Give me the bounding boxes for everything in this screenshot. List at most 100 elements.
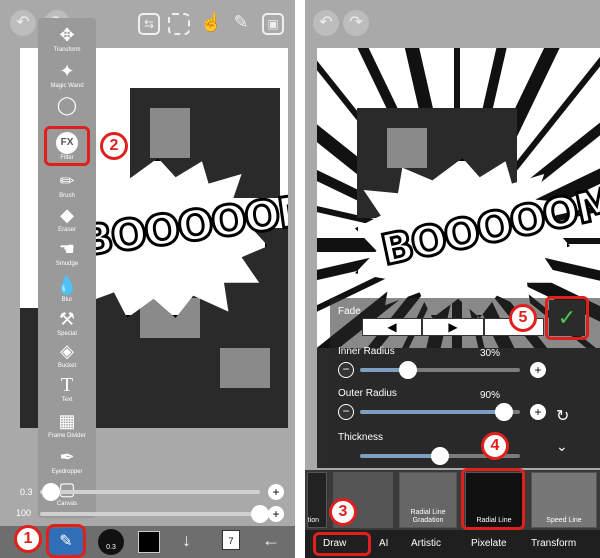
tool-label: Bucket: [57, 363, 77, 369]
left-screenshot: ↶ ↷ ⇆ ☝ ✎ ▣ BOOOOOM!! ✥Transform ✦Magic …: [0, 0, 295, 558]
fade-right-icon: ▶: [448, 320, 458, 334]
down-arrow-icon[interactable]: ↓: [182, 530, 191, 551]
image-icon[interactable]: ▣: [262, 13, 284, 35]
tool-brush[interactable]: ✏ Brush: [38, 170, 96, 208]
move-icon: ✥: [59, 25, 75, 45]
filter-highlight: [44, 126, 90, 166]
fade-left-icon: ◀: [387, 320, 397, 334]
reset-icon[interactable]: ↻: [556, 406, 569, 426]
bottom-toolbar: ✎ 0.3 ↓ 7 ←: [0, 526, 295, 558]
undo-button[interactable]: ↶: [313, 10, 339, 36]
filter-label: Radial Line Gradation: [410, 509, 446, 524]
step-2-badge: 2: [100, 132, 128, 160]
tool-label: Special: [57, 331, 77, 337]
toggle-icon[interactable]: ⇆: [138, 13, 160, 35]
tool-bucket[interactable]: ◈ Bucket: [38, 340, 96, 378]
tool-label: Frame Divider: [48, 433, 86, 439]
text-icon: T: [60, 374, 74, 396]
tool-label: Canvas: [56, 501, 78, 507]
brush-size-slider[interactable]: [40, 490, 260, 494]
tool-frame-divider[interactable]: ▦ Frame Divider: [38, 410, 96, 448]
tool-label: Magic Wand: [50, 83, 84, 89]
inner-radius-slider[interactable]: [360, 368, 520, 372]
brush-size-indicator-value: 0.3: [106, 544, 116, 551]
inner-plus-button[interactable]: +: [530, 362, 546, 378]
color-swatch[interactable]: [138, 531, 160, 553]
opacity-knob[interactable]: [251, 505, 269, 523]
category-artistic[interactable]: Artistic: [411, 538, 441, 549]
inner-radius-knob[interactable]: [399, 361, 417, 379]
tool-label: Smudge: [55, 261, 79, 267]
fade-right-button[interactable]: ▶: [422, 318, 484, 336]
tool-label: Blur: [61, 297, 73, 303]
filter-radial-line-gradation[interactable]: Radial Line Gradation: [399, 472, 457, 528]
radial-line-highlight: [461, 468, 525, 530]
lasso-icon: ◯: [56, 95, 78, 115]
thickness-label: Thickness: [338, 432, 384, 443]
right-screenshot: ↶ ↷ BOOOOOM!! Fade ◀ ▶ Inner Radius 30% …: [305, 0, 600, 558]
brush-size-knob[interactable]: [42, 483, 60, 501]
special-icon: ⚒: [58, 309, 76, 329]
opacity-value: 100: [16, 508, 32, 518]
step-1-badge: 1: [14, 525, 42, 553]
step-3-badge: 3: [329, 498, 357, 526]
fade-left-button[interactable]: ◀: [362, 318, 422, 336]
tool-label: Transform: [53, 47, 81, 53]
ruler-icon[interactable]: ✎: [230, 13, 252, 35]
filter-label: entric adation: [307, 517, 320, 524]
filter-concentric-gradation[interactable]: entric adation: [307, 472, 327, 528]
category-ai[interactable]: AI: [379, 538, 388, 549]
tool-label: Eraser: [58, 227, 76, 233]
apply-highlight: [545, 296, 589, 340]
magic-wand-icon: ✦: [59, 61, 75, 81]
tool-menu: ✥ Transform ✦ Magic Wand ◯ FX Filter ✏ Brush…: [38, 18, 96, 518]
blur-icon: 💧: [55, 275, 79, 295]
category-transform[interactable]: Transform: [531, 538, 576, 549]
selection-icon[interactable]: [168, 13, 190, 35]
tool-label: Text: [61, 397, 73, 403]
outer-radius-label: Outer Radius: [338, 388, 397, 399]
thickness-knob[interactable]: [431, 447, 449, 465]
brush-size-value: 0.3: [20, 487, 33, 497]
fade-label: Fade: [338, 306, 361, 317]
size-plus-button[interactable]: +: [268, 484, 284, 500]
tool-blur[interactable]: 💧 Blur: [38, 274, 96, 312]
tool-label: Brush: [59, 193, 75, 199]
layer-count: 7: [228, 536, 234, 546]
frame-divider-icon: ▦: [58, 411, 76, 431]
step-4-badge: 4: [481, 432, 509, 460]
brush-icon: ✏: [59, 171, 75, 191]
outer-plus-button[interactable]: +: [530, 404, 546, 420]
step-5-badge: 5: [509, 304, 537, 332]
layers-button[interactable]: 7: [222, 530, 240, 550]
outer-minus-button[interactable]: −: [338, 404, 354, 420]
eyedropper-icon: ✒: [59, 447, 75, 467]
chevron-down-icon[interactable]: ⌄: [556, 438, 568, 455]
smudge-icon: ☚: [58, 239, 76, 259]
tool-magic-wand[interactable]: ✦ Magic Wand: [38, 60, 96, 98]
back-arrow-icon[interactable]: ←: [262, 530, 280, 551]
hand-icon[interactable]: ☝: [200, 13, 222, 35]
brush-highlight: [46, 524, 86, 558]
tool-label: Eyedropper: [51, 469, 83, 475]
tool-text[interactable]: T Text: [38, 374, 96, 412]
bucket-icon: ◈: [60, 341, 74, 361]
inner-minus-button[interactable]: −: [338, 362, 354, 378]
opacity-slider[interactable]: [40, 512, 260, 516]
brush-size-indicator[interactable]: 0.3: [98, 529, 124, 555]
undo-button[interactable]: ↶: [10, 10, 36, 36]
inner-radius-value: 30%: [480, 348, 501, 359]
outer-radius-knob[interactable]: [495, 403, 513, 421]
eraser-icon: ◆: [60, 205, 74, 225]
redo-button[interactable]: ↷: [343, 10, 369, 36]
category-pixelate[interactable]: Pixelate: [471, 538, 507, 549]
outer-radius-value: 90%: [480, 390, 501, 401]
tool-smudge[interactable]: ☚ Smudge: [38, 238, 96, 276]
filter-speed-line[interactable]: Speed Line: [531, 472, 597, 528]
tool-eraser[interactable]: ◆ Eraser: [38, 204, 96, 242]
filter-label: Speed Line: [546, 517, 582, 524]
draw-category-highlight: [313, 532, 371, 556]
inner-radius-label: Inner Radius: [338, 346, 395, 357]
opacity-plus-button[interactable]: +: [268, 506, 284, 522]
tool-transform[interactable]: ✥ Transform: [38, 24, 96, 62]
